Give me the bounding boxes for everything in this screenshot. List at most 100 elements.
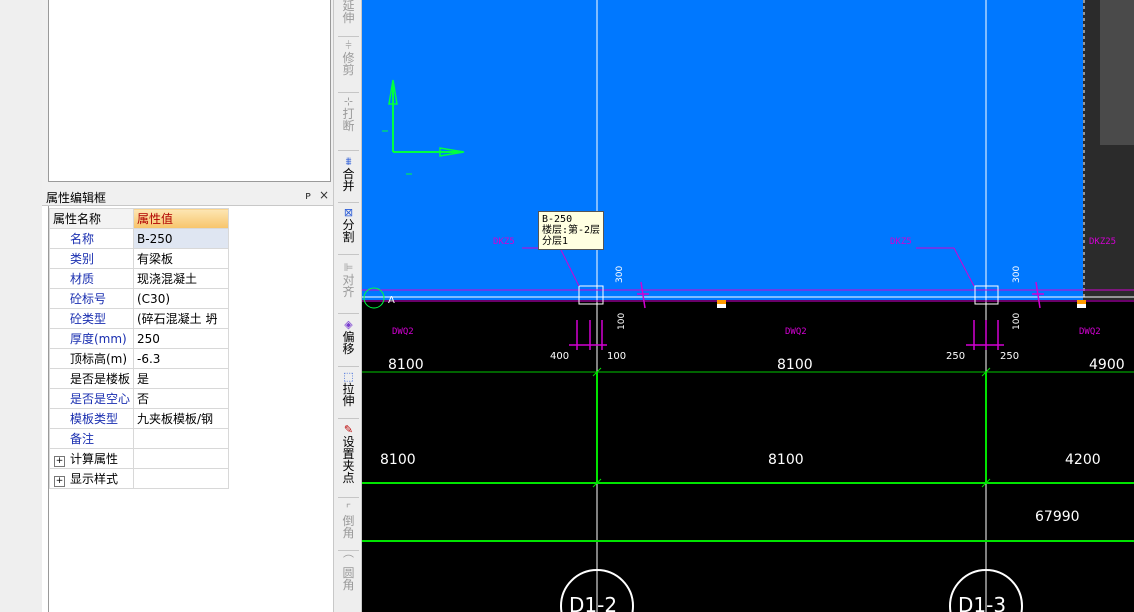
table-row[interactable]: 是否是楼板 是 <box>49 368 229 389</box>
drawing-svg: A DKZ5 DKZ5 DKZ25 300 100 300 100 400 10… <box>362 0 1134 612</box>
table-row[interactable]: 砼类型 (碎石混凝土 坍 <box>49 308 229 329</box>
column-header-name: 属性名称 <box>49 208 134 229</box>
property-name: 是否是楼板 <box>49 368 134 389</box>
dkz-label: DKZ5 <box>493 237 515 247</box>
axis-bubble-label: D1-3 <box>958 593 1006 612</box>
set-grip-label: 设置夹点 <box>342 435 355 485</box>
table-row[interactable]: 名称 B-250 <box>49 228 229 249</box>
set-grip-button[interactable]: ✎ 设置夹点 <box>334 424 363 485</box>
group-name: 计算属性 <box>70 452 119 466</box>
divider <box>338 313 359 314</box>
close-icon[interactable]: × <box>319 188 329 202</box>
group-value <box>133 468 229 489</box>
property-name: 是否是空心 <box>49 388 134 409</box>
dim-text: 250 <box>1000 351 1019 362</box>
trim-label: 修剪 <box>342 51 355 77</box>
align-label: 对齐 <box>342 273 355 299</box>
property-value[interactable]: 九夹板模板/钢 <box>133 408 229 429</box>
divider <box>338 550 359 551</box>
dkz-label: DKZ5 <box>890 237 912 247</box>
break-label: 打断 <box>342 107 355 133</box>
chamfer-button[interactable]: ⌜ 倒角 <box>334 503 363 540</box>
stretch-button[interactable]: ⬚ 拉伸 <box>334 371 363 408</box>
property-value[interactable]: (C30) <box>133 288 229 309</box>
group-value <box>133 448 229 469</box>
property-name: 厚度(mm) <box>49 328 134 349</box>
offset-button[interactable]: ◈ 偏移 <box>334 319 363 356</box>
expand-icon[interactable]: + <box>54 476 65 487</box>
grip-marker[interactable] <box>1077 304 1086 308</box>
dim-text: 300 <box>1012 266 1022 283</box>
dkz-label: DKZ25 <box>1089 237 1116 247</box>
group-row-calc[interactable]: + 计算属性 <box>49 448 229 469</box>
property-value[interactable]: 250 <box>133 328 229 349</box>
table-row[interactable]: 模板类型 九夹板模板/钢 <box>49 408 229 429</box>
group-label[interactable]: + 显示样式 <box>49 468 134 489</box>
property-value[interactable] <box>133 428 229 449</box>
adjacent-region <box>1100 0 1134 145</box>
table-row[interactable]: 类别 有梁板 <box>49 248 229 269</box>
divider <box>338 254 359 255</box>
span-text: 4900 <box>1089 357 1125 373</box>
modify-toolbar: 延伸 ⫩ 修剪 ⊹ 打断 ⩩ 合并 ⊠ 分割 ⊫ 对齐 ◈ 偏移 ⬚ 拉伸 ✎ … <box>333 0 362 612</box>
table-row[interactable]: 厚度(mm) 250 <box>49 328 229 349</box>
property-name: 备注 <box>49 428 134 449</box>
tooltip-line: 楼层:第-2层 <box>542 225 601 236</box>
divider <box>338 202 359 203</box>
group-row-display[interactable]: + 显示样式 <box>49 468 229 489</box>
divider <box>338 497 359 498</box>
property-value[interactable]: B-250 <box>133 228 229 249</box>
divider <box>338 366 359 367</box>
component-list[interactable] <box>48 0 331 182</box>
property-name: 模板类型 <box>49 408 134 429</box>
table-row[interactable]: 材质 现浇混凝土 <box>49 268 229 289</box>
table-row[interactable]: 砼标号 (C30) <box>49 288 229 309</box>
stretch-label: 拉伸 <box>342 382 355 408</box>
group-name: 显示样式 <box>70 472 119 486</box>
group-label[interactable]: + 计算属性 <box>49 448 134 469</box>
trim-button[interactable]: ⫩ 修剪 <box>334 40 363 77</box>
span-text: 8100 <box>380 452 416 468</box>
divider <box>338 92 359 93</box>
dwq-label: DWQ2 <box>392 327 414 337</box>
align-button[interactable]: ⊫ 对齐 <box>334 262 363 299</box>
merge-button[interactable]: ⩩ 合并 <box>334 156 363 193</box>
dim-text: 100 <box>617 313 627 330</box>
table-header-row: 属性名称 属性值 <box>49 208 229 229</box>
dim-text: 400 <box>550 351 569 362</box>
grip-marker[interactable] <box>1077 300 1086 304</box>
dim-text: 100 <box>607 351 626 362</box>
split-button[interactable]: ⊠ 分割 <box>334 207 363 244</box>
dim-text: 250 <box>946 351 965 362</box>
property-panel-title: 属性编辑框 <box>46 191 107 205</box>
drawing-canvas[interactable]: A DKZ5 DKZ5 DKZ25 300 100 300 100 400 10… <box>362 0 1134 612</box>
pin-icon[interactable]: ᴘ <box>305 189 311 202</box>
axis-bubble-label: D1-2 <box>569 593 617 612</box>
property-value[interactable]: -6.3 <box>133 348 229 369</box>
property-value[interactable]: 现浇混凝土 <box>133 268 229 289</box>
property-value[interactable]: 有梁板 <box>133 248 229 269</box>
divider <box>338 418 359 419</box>
property-name: 砼标号 <box>49 288 134 309</box>
property-value[interactable]: 是 <box>133 368 229 389</box>
total-dimension: 67990 <box>1035 509 1080 525</box>
axis-marker: A <box>388 295 395 306</box>
fillet-button[interactable]: ⌒ 圆角 <box>334 555 363 592</box>
table-row[interactable]: 顶标高(m) -6.3 <box>49 348 229 369</box>
hover-tooltip: B-250 楼层:第-2层 分层1 <box>538 211 605 250</box>
table-row[interactable]: 是否是空心 否 <box>49 388 229 409</box>
extend-button[interactable]: 延伸 <box>334 0 363 24</box>
property-value[interactable]: (碎石混凝土 坍 <box>133 308 229 329</box>
grip-marker[interactable] <box>717 300 726 304</box>
property-panel-header: 属性编辑框 ᴘ × <box>42 188 333 206</box>
chamfer-label: 倒角 <box>342 514 355 540</box>
span-text: 8100 <box>388 357 424 373</box>
expand-icon[interactable]: + <box>54 456 65 467</box>
break-button[interactable]: ⊹ 打断 <box>334 96 363 133</box>
property-name: 材质 <box>49 268 134 289</box>
column-header-value: 属性值 <box>133 208 229 229</box>
property-value[interactable]: 否 <box>133 388 229 409</box>
grip-marker[interactable] <box>717 304 726 308</box>
table-row[interactable]: 备注 <box>49 428 229 449</box>
slab-region[interactable] <box>362 0 1083 300</box>
